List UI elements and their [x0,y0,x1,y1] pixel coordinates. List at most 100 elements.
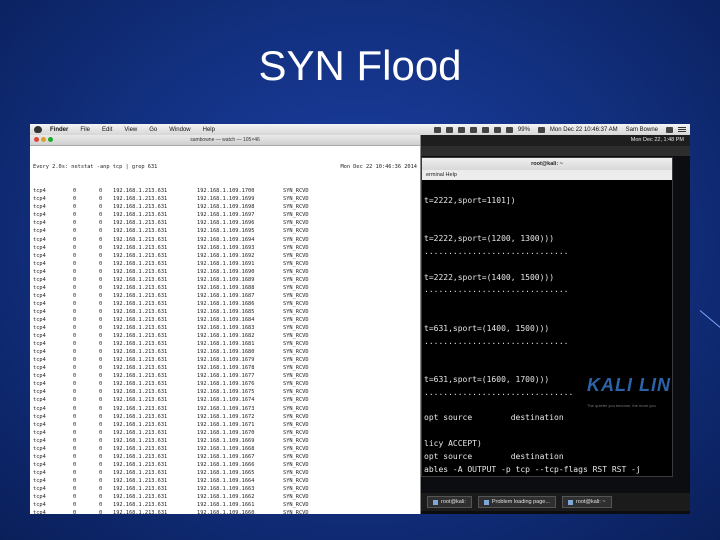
menu-view[interactable]: View [124,127,137,133]
search-icon[interactable] [666,126,673,133]
menu-window[interactable]: Window [169,127,190,133]
watch-command: Every 2.0s: netstat -anp tcp | grep 631 [33,164,158,171]
netstat-cell: 0 [73,461,77,468]
netstat-cell: 192.168.1.109.1697 [197,212,255,219]
menu-edit[interactable]: Edit [102,127,112,133]
kali-terminal-line: t=2222,sport=(1200, 1300))) [424,234,555,244]
status-icon[interactable] [433,126,441,133]
list-icon[interactable] [678,126,686,133]
netstat-cell: 0 [99,308,103,315]
netstat-cell: 0 [73,260,77,267]
minimize-icon[interactable] [41,137,46,142]
netstat-cell: 0 [73,228,77,235]
status-icon[interactable] [481,126,489,133]
kali-terminal[interactable]: root@kali: ~ erminal Help t=2222,sport=1… [421,157,673,477]
kali-terminal-line: .............................. [424,285,569,295]
netstat-cell: tcp4 [33,316,46,323]
menu-finder[interactable]: Finder [50,127,68,133]
netstat-cell: 0 [99,244,103,251]
battery-percent[interactable]: 99% [518,127,530,133]
netstat-cell: 192.168.1.109.1677 [197,373,255,380]
netstat-cell: SYN_RCVD [283,469,309,476]
taskbar-item-terminal-2[interactable]: root@kali: ~ [561,496,612,508]
status-icon[interactable] [469,126,477,133]
netstat-cell: SYN_RCVD [283,300,309,307]
netstat-cell: 0 [73,284,77,291]
netstat-cell: 0 [73,325,77,332]
netstat-cell: tcp4 [33,437,46,444]
netstat-cell: 192.168.1.109.1689 [197,276,255,283]
apple-icon[interactable] [34,126,42,133]
netstat-cell: SYN_RCVD [283,188,309,195]
netstat-cell: SYN_RCVD [283,308,309,315]
taskbar-item-browser[interactable]: Problem loading page... [477,496,556,508]
netstat-cell: 0 [73,373,77,380]
netstat-cell: 0 [73,196,77,203]
netstat-cell: SYN_RCVD [283,220,309,227]
netstat-cell: 192.168.1.213.631 [113,461,168,468]
netstat-cell: 192.168.1.109.1668 [197,445,255,452]
netstat-cell: 0 [73,437,77,444]
status-icon[interactable] [457,126,465,133]
netstat-cell: 192.168.1.213.631 [113,204,168,211]
battery-icon[interactable] [537,126,545,133]
netstat-cell: tcp4 [33,349,46,356]
kali-terminal-line [424,361,672,374]
netstat-cell: SYN_RCVD [283,461,309,468]
menu-help[interactable]: Help [203,127,215,133]
netstat-cell: 0 [99,405,103,412]
zoom-icon[interactable] [48,137,53,142]
netstat-cell: tcp4 [33,196,46,203]
kali-terminal-menu[interactable]: erminal Help [422,170,672,180]
netstat-cell: 192.168.1.213.631 [113,477,168,484]
netstat-cell: 0 [99,236,103,243]
netstat-cell: 0 [99,188,103,195]
netstat-row: tcp4 0 0 192.168.1.213.631 192.168.1.109.168… [33,308,417,316]
netstat-cell: 0 [73,469,77,476]
clock[interactable]: Mon Dec 22 10:46:37 AM [550,127,618,133]
netstat-cell: 0 [99,413,103,420]
netstat-cell: tcp4 [33,405,46,412]
netstat-row: tcp4 0 0 192.168.1.213.631 192.168.1.109.167… [33,429,417,437]
status-icon[interactable] [445,126,453,133]
netstat-cell: SYN_RCVD [283,365,309,372]
netstat-cell: 192.168.1.109.1671 [197,421,255,428]
netstat-cell: SYN_RCVD [283,477,309,484]
netstat-cell: 192.168.1.213.631 [113,316,168,323]
netstat-cell: tcp4 [33,260,46,267]
netstat-cell: 192.168.1.213.631 [113,494,168,501]
netstat-row: tcp4 0 0 192.168.1.213.631 192.168.1.109.168… [33,348,417,356]
mac-terminal-window[interactable]: sambowne — watch — 105×46 Every 2.0s: ne… [30,135,421,514]
netstat-cell: 0 [73,268,77,275]
netstat-cell: 192.168.1.213.631 [113,421,168,428]
netstat-cell: SYN_RCVD [283,349,309,356]
menu-go[interactable]: Go [149,127,157,133]
netstat-cell: tcp4 [33,397,46,404]
netstat-cell: SYN_RCVD [283,453,309,460]
kali-terminal-line: t=2222,sport=1101]) [424,195,516,205]
netstat-row: tcp4 0 0 192.168.1.213.631 192.168.1.109.167… [33,364,417,372]
netstat-cell: 0 [99,365,103,372]
netstat-cell: 0 [99,316,103,323]
wifi-icon[interactable] [493,126,501,133]
netstat-cell: tcp4 [33,469,46,476]
netstat-cell: tcp4 [33,252,46,259]
netstat-cell: 192.168.1.213.631 [113,260,168,267]
netstat-cell: 0 [73,421,77,428]
netstat-cell: 0 [99,300,103,307]
volume-icon[interactable] [505,126,513,133]
netstat-cell: tcp4 [33,485,46,492]
netstat-cell: SYN_RCVD [283,228,309,235]
close-icon[interactable] [34,137,39,142]
kali-vm-window: Mon Dec 22, 1:48 PM root@kali: ~ erminal… [421,135,690,514]
netstat-cell: 192.168.1.213.631 [113,268,168,275]
netstat-row: tcp4 0 0 192.168.1.213.631 192.168.1.109.169… [33,244,417,252]
netstat-cell: 0 [73,204,77,211]
netstat-cell: 0 [99,469,103,476]
taskbar-item-terminal-1[interactable]: root@kali: [427,496,472,508]
kali-topbar: Mon Dec 22, 1:48 PM [421,135,690,146]
menu-file[interactable]: File [80,127,90,133]
netstat-cell: 192.168.1.213.631 [113,502,168,509]
netstat-cell: 192.168.1.213.631 [113,236,168,243]
user-name[interactable]: Sam Bowne [626,127,658,133]
